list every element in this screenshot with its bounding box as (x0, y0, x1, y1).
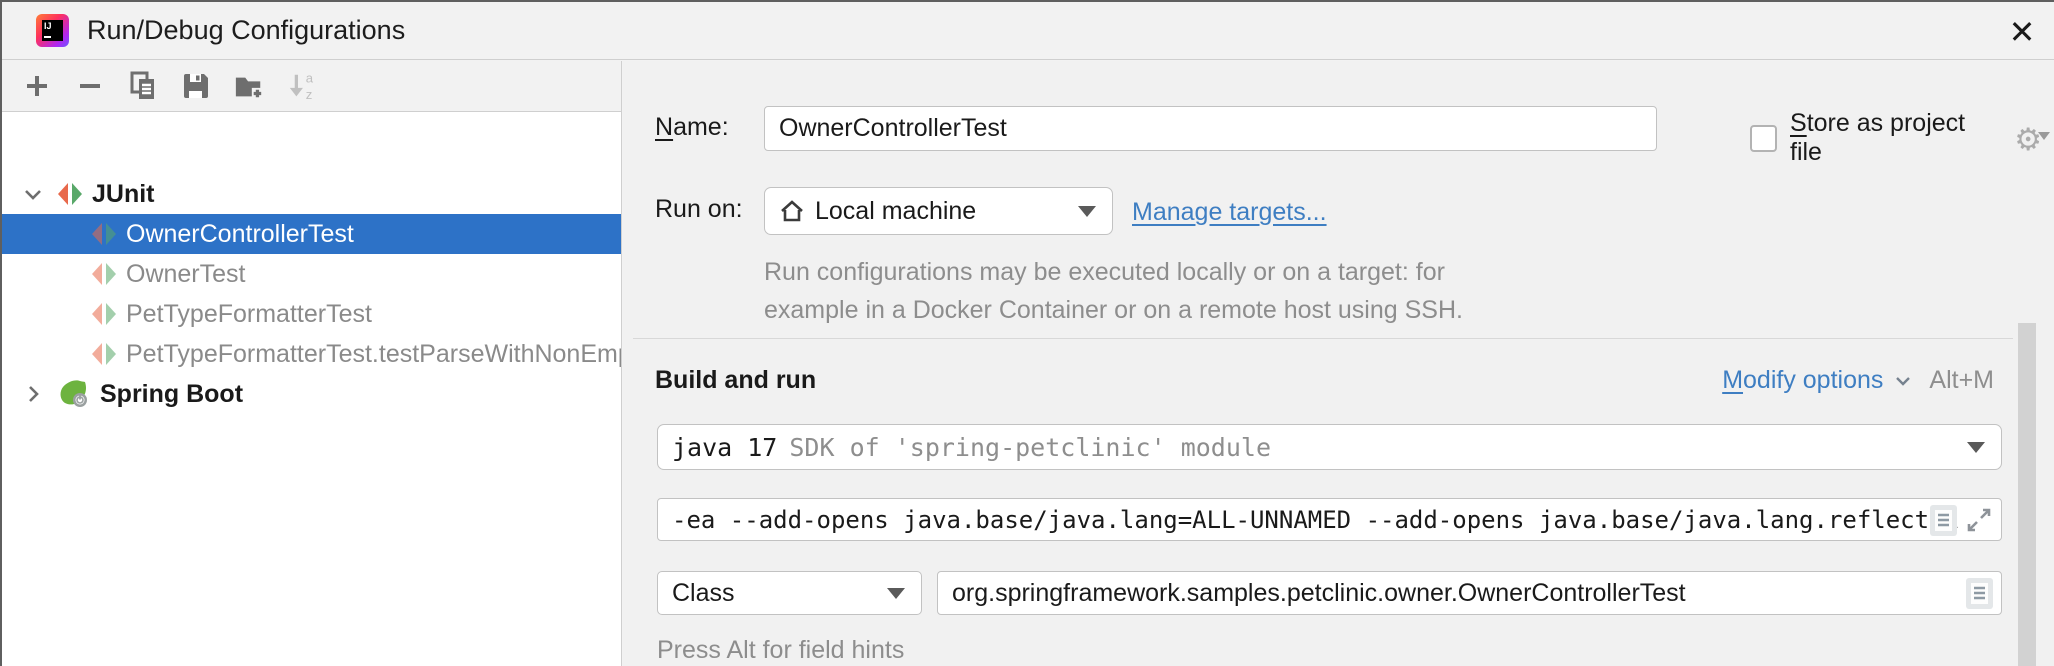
modify-options-link[interactable]: Modify options (1722, 366, 1883, 395)
configurations-toolbar: a z (2, 61, 621, 112)
modify-options-row: Modify options Alt+M (1722, 366, 1994, 395)
svg-text:a: a (306, 70, 314, 85)
jre-description: SDK of 'spring-petclinic' module (789, 433, 1271, 462)
class-name-input[interactable]: org.springframework.samples.petclinic.ow… (937, 571, 2002, 615)
tree-item-label: OwnerTest (126, 260, 245, 289)
build-and-run-heading: Build and run (655, 366, 816, 395)
close-icon[interactable]: ✕ (2004, 14, 2040, 50)
title-bar: IJ Run/Debug Configurations ✕ (2, 2, 2054, 60)
gear-dropdown-caret (2038, 132, 2050, 140)
run-on-value: Local machine (815, 197, 976, 226)
intellij-logo-text: IJ (44, 21, 52, 31)
test-kind-value: Class (672, 579, 735, 608)
intellij-logo-icon: IJ (36, 14, 69, 47)
run-on-description: Run configurations may be executed local… (764, 253, 1463, 329)
tree-item-ownertest[interactable]: OwnerTest (2, 254, 621, 294)
jre-value: java 17 (672, 433, 777, 462)
store-as-project-file-label: Store as project file (1790, 109, 2001, 167)
tree-item-pettypeformattertest[interactable]: PetTypeFormatterTest (2, 294, 621, 334)
add-configuration-button[interactable] (22, 71, 52, 101)
sort-alphabetically-icon: a z (287, 71, 317, 101)
dropdown-caret-icon (1078, 206, 1096, 217)
jre-select[interactable]: java 17 SDK of 'spring-petclinic' module (657, 424, 2002, 470)
spring-boot-icon (58, 379, 90, 409)
configurations-panel: a z JUnit OwnerControllerTest (2, 61, 622, 666)
name-value: OwnerControllerTest (779, 114, 1007, 143)
expand-field-icon[interactable] (1965, 506, 1993, 534)
class-browse-icon[interactable] (1966, 578, 1993, 609)
tree-item-label: PetTypeFormatterTest.testParseWithNonEmp… (126, 340, 621, 369)
vm-options-input[interactable]: -ea --add-opens java.base/java.lang=ALL-… (657, 498, 2002, 541)
name-label: Name: (655, 113, 729, 142)
junit-icon (92, 301, 116, 327)
manage-targets-link[interactable]: Manage targets... (1132, 198, 1327, 227)
tree-item-testparsewithnonempty[interactable]: PetTypeFormatterTest.testParseWithNonEmp… (2, 334, 621, 374)
tree-group-spring-boot[interactable]: Spring Boot (2, 374, 621, 414)
svg-text:z: z (306, 87, 313, 102)
vm-options-list-icon[interactable] (1930, 505, 1957, 536)
field-hints-text: Press Alt for field hints (657, 636, 904, 665)
tree-item-ownercontrollertest[interactable]: OwnerControllerTest (2, 214, 621, 254)
configurations-tree: JUnit OwnerControllerTest OwnerTest PetT… (2, 116, 621, 666)
new-folder-button[interactable] (234, 71, 264, 101)
chevron-right-icon[interactable] (20, 381, 46, 407)
tree-item-label: OwnerControllerTest (126, 220, 354, 249)
tree-group-label: Spring Boot (100, 380, 243, 409)
store-as-project-file-checkbox[interactable] (1750, 125, 1777, 152)
run-debug-configurations-dialog: IJ Run/Debug Configurations ✕ (0, 0, 2054, 666)
store-as-project-file-row: Store as project file ⚙ (1750, 109, 2054, 167)
run-on-select[interactable]: Local machine (764, 187, 1113, 235)
junit-icon (92, 221, 116, 247)
dropdown-caret-icon (887, 588, 905, 599)
home-icon (779, 198, 805, 224)
junit-icon (92, 341, 116, 367)
name-input[interactable]: OwnerControllerTest (764, 106, 1657, 151)
chevron-down-icon (1893, 371, 1913, 391)
tree-group-label: JUnit (92, 180, 155, 209)
save-configuration-button[interactable] (181, 71, 211, 101)
junit-icon (92, 261, 116, 287)
remove-configuration-button[interactable] (75, 71, 105, 101)
configuration-editor: Name: OwnerControllerTest Store as proje… (623, 61, 2054, 666)
test-kind-select[interactable]: Class (657, 571, 922, 615)
vertical-scrollbar[interactable] (2018, 323, 2036, 666)
copy-configuration-button[interactable] (128, 71, 158, 101)
modify-options-shortcut: Alt+M (1929, 366, 1994, 395)
tree-item-label: PetTypeFormatterTest (126, 300, 372, 329)
section-separator (633, 338, 2013, 339)
class-name-value: org.springframework.samples.petclinic.ow… (952, 579, 1686, 608)
tree-group-junit[interactable]: JUnit (2, 174, 621, 214)
vm-options-value: -ea --add-opens java.base/java.lang=ALL-… (672, 506, 1958, 534)
junit-icon (58, 181, 82, 207)
run-on-label: Run on: (655, 195, 743, 224)
dropdown-caret-icon (1967, 442, 1985, 453)
chevron-down-icon[interactable] (20, 181, 46, 207)
dialog-title: Run/Debug Configurations (87, 15, 405, 46)
